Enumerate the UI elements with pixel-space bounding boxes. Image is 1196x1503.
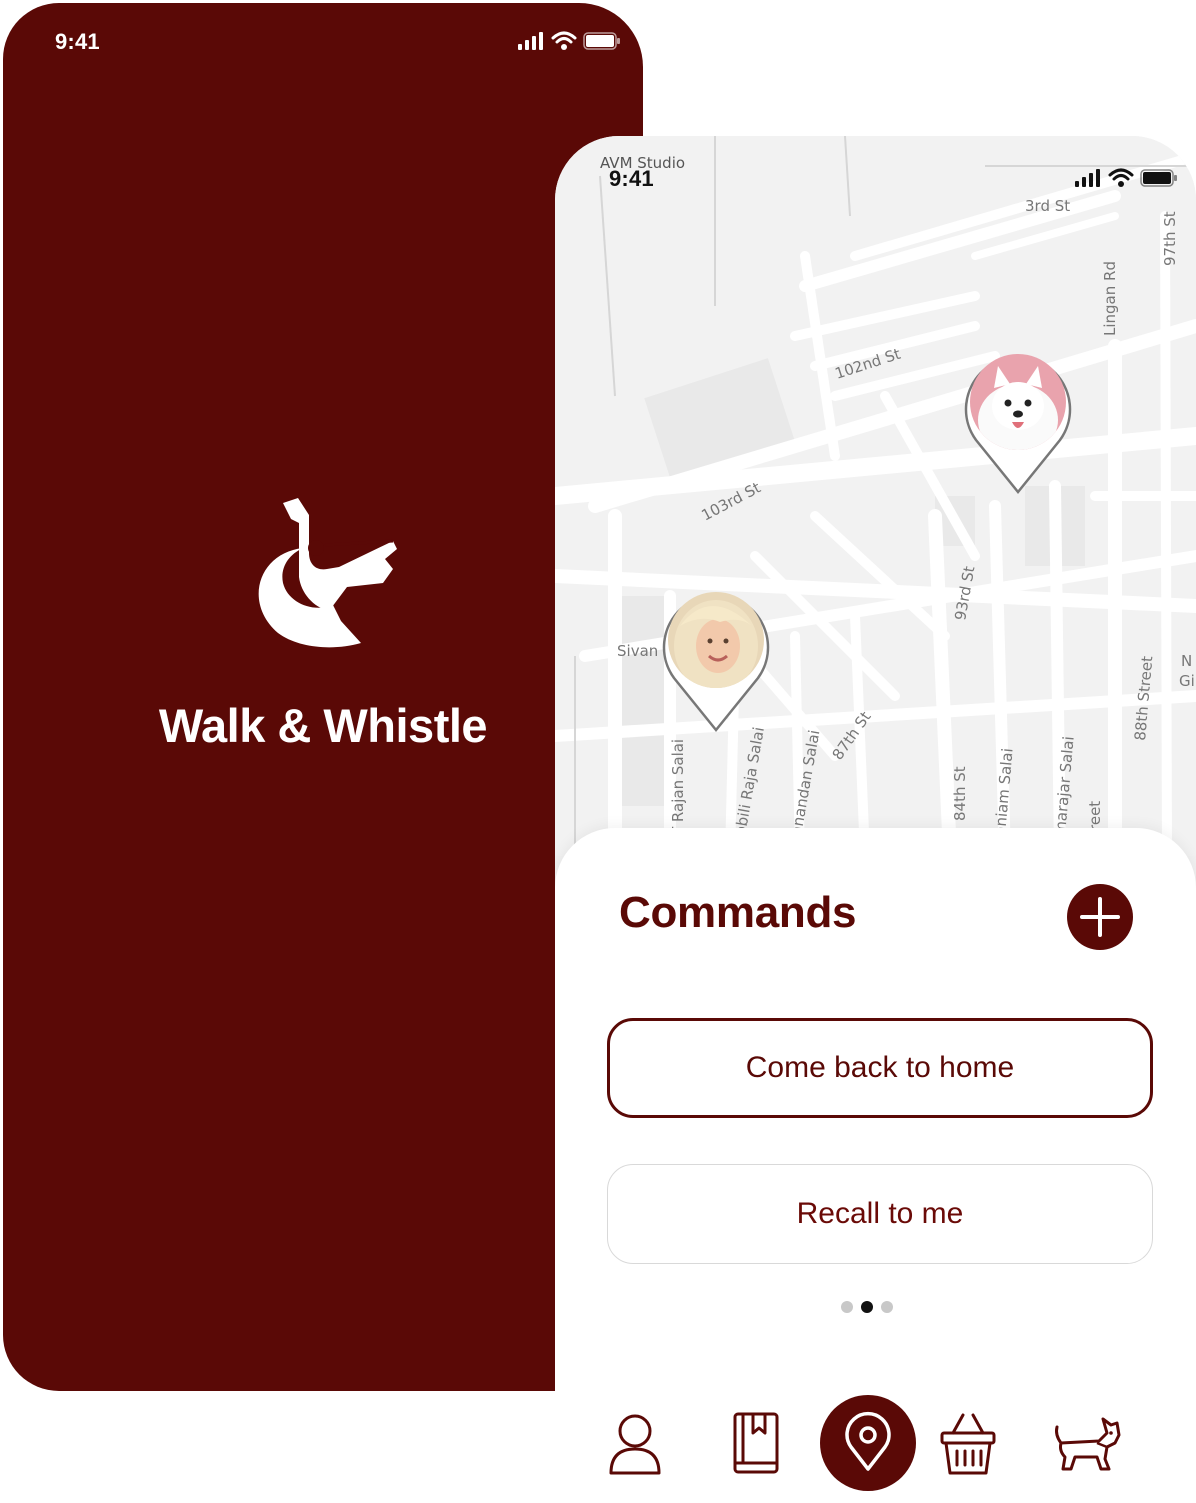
status-bar: 9:41	[3, 3, 643, 83]
status-icons	[517, 31, 621, 51]
dog-icon[interactable]	[1051, 1413, 1123, 1475]
status-icons	[1074, 168, 1178, 188]
signal-icon	[1075, 169, 1100, 187]
book-icon[interactable]	[729, 1411, 781, 1477]
come-back-home-button[interactable]: Come back to home	[607, 1018, 1153, 1118]
label-reet: reet	[1086, 801, 1104, 831]
splash-screen: 9:41 Walk & Whistle	[3, 3, 643, 1391]
map-screen: 3rd St 97th St Lingan Rd 102nd St 103rd …	[555, 136, 1196, 1503]
commands-sheet: Commands Come back to home Recall to me	[555, 828, 1196, 1503]
battery-icon	[583, 32, 620, 50]
status-time: 9:41	[55, 29, 100, 54]
battery-icon	[1140, 169, 1177, 187]
status-bar: AVM Studio 9:41	[555, 136, 1196, 206]
label-sivan: Sivan	[617, 642, 658, 660]
label-rajan-salai: T Rajan Salai	[669, 739, 687, 837]
dog-location-pin[interactable]	[962, 348, 1074, 494]
location-pin-icon	[845, 1412, 891, 1471]
page-dot[interactable]	[881, 1301, 893, 1313]
map-tab-active[interactable]	[820, 1395, 916, 1491]
owner-location-pin[interactable]	[660, 586, 772, 732]
basket-icon[interactable]	[939, 1413, 997, 1477]
page-indicator	[841, 1301, 893, 1313]
signal-icon	[518, 32, 543, 50]
page-dot-active[interactable]	[861, 1301, 873, 1313]
label-n: N	[1181, 652, 1192, 670]
plus-icon	[1080, 897, 1120, 937]
label-lingan-rd: Lingan Rd	[1101, 261, 1119, 336]
wifi-icon	[1108, 168, 1134, 187]
page-dot[interactable]	[841, 1301, 853, 1313]
status-time: 9:41	[609, 166, 654, 191]
add-command-button[interactable]	[1067, 884, 1133, 950]
commands-title: Commands	[619, 888, 857, 937]
label-gi: Gi	[1179, 672, 1195, 690]
street-map[interactable]: 3rd St 97th St Lingan Rd 102nd St 103rd …	[555, 136, 1196, 856]
walk-and-whistle-logo-icon	[258, 498, 397, 648]
recall-to-me-button[interactable]: Recall to me	[607, 1164, 1153, 1264]
person-icon[interactable]	[607, 1411, 663, 1477]
label-97th-st: 97th St	[1161, 211, 1179, 266]
bottom-tab-bar	[555, 1391, 1196, 1503]
label-84th-st: 84th St	[951, 766, 969, 821]
wifi-icon	[551, 31, 577, 50]
brand-name: Walk & Whistle	[158, 699, 488, 752]
